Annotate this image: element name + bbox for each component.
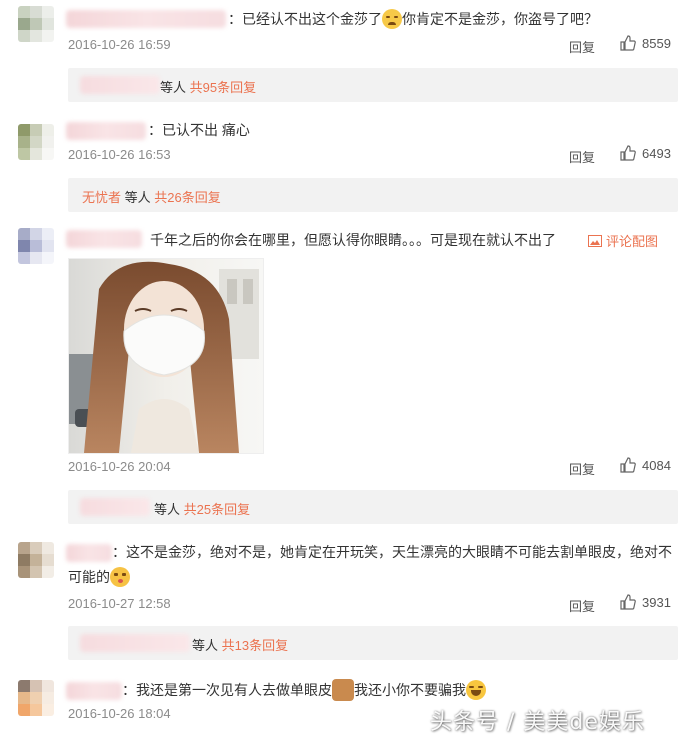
thread-summary-text: 无忧者 等人 共26条回复 [82, 187, 221, 206]
picture-link-label: 评论配图 [606, 234, 659, 249]
username-blurred [80, 76, 160, 94]
dog-emoji [332, 679, 354, 701]
thread-summary-text: 等人 共13条回复 [192, 635, 288, 654]
thread-count-link[interactable]: 共95条回复 [190, 80, 256, 95]
like-button[interactable]: 4084 [620, 457, 671, 473]
like-count: 6493 [642, 145, 671, 161]
thread-count-link[interactable]: 共25条回复 [184, 502, 250, 517]
comment-text-line-1: ：这不是金莎，绝对不是，她肯定在开玩笑，天生漂亮的大眼睛不可能去割单眼皮，绝对不 [112, 544, 672, 560]
thumbs-up-icon [620, 594, 636, 610]
comment-picture-link[interactable]: 评论配图 [588, 231, 658, 250]
comment-date: 2016-10-26 20:04 [68, 459, 171, 474]
comment-text-part: ：我还是第一次见有人去做单眼皮 [122, 682, 332, 698]
like-count: 3931 [642, 594, 671, 610]
comment-text: ：我还是第一次见有人去做单眼皮 我还小你不要骗我 [122, 679, 486, 701]
kiss-face-emoji [110, 567, 130, 587]
comment-text-part: 我还小你不要骗我 [354, 682, 466, 698]
comment-text: ：已认不出 痛心 [148, 122, 250, 138]
image-icon [588, 234, 602, 247]
like-button[interactable]: 6493 [620, 145, 671, 161]
reply-thread-summary[interactable]: 无忧者 等人 共26条回复 [68, 178, 678, 212]
reply-thread-summary[interactable]: 等人 共25条回复 [68, 490, 678, 524]
avatar[interactable] [18, 6, 54, 42]
thumbs-up-icon [620, 145, 636, 161]
comment-text-part: ：已经认不出这个金莎了 [228, 11, 382, 27]
username-blurred[interactable] [66, 122, 146, 140]
thumbs-up-icon [620, 35, 636, 51]
thumbs-up-icon [620, 457, 636, 473]
username-blurred [80, 634, 190, 652]
reply-button[interactable]: 回复 [569, 459, 595, 478]
thread-who: 等人 [154, 502, 181, 517]
comment-text: ：已经认不出这个金莎了 你肯定不是金莎，你盗号了吧？ [228, 8, 598, 30]
comment-text-line-2: 可能的 [68, 566, 130, 588]
avatar[interactable] [18, 228, 54, 264]
username-blurred[interactable] [66, 230, 142, 248]
username-blurred[interactable] [66, 10, 226, 28]
reply-thread-summary[interactable]: 等人 共13条回复 [68, 626, 678, 660]
thread-who: 等人 [192, 638, 219, 653]
comment-date: 2016-10-26 18:04 [68, 706, 171, 721]
thread-who: 等人 [160, 80, 187, 95]
thread-first-replier[interactable]: 无忧者 [82, 190, 121, 205]
watermark: 头条号 / 美美de娱乐 [430, 710, 645, 735]
like-count: 8559 [642, 35, 671, 51]
avatar[interactable] [18, 680, 54, 716]
username-blurred[interactable] [66, 544, 112, 562]
comment-date: 2016-10-26 16:53 [68, 147, 171, 162]
like-count: 4084 [642, 457, 671, 473]
comment-text-part: 可能的 [68, 569, 110, 585]
avatar[interactable] [18, 542, 54, 578]
like-button[interactable]: 3931 [620, 594, 671, 610]
thread-summary-text: 等人 共25条回复 [154, 499, 250, 518]
sad-face-emoji [382, 9, 402, 29]
thread-count-link[interactable]: 共26条回复 [154, 190, 220, 205]
reply-button[interactable]: 回复 [569, 37, 595, 56]
comment-image[interactable] [68, 258, 264, 454]
comment-date: 2016-10-27 12:58 [68, 596, 171, 611]
thread-count-link[interactable]: 共13条回复 [222, 638, 288, 653]
thread-summary-text: 等人 共95条回复 [160, 77, 256, 96]
username-blurred[interactable] [66, 682, 122, 700]
reply-thread-summary[interactable]: 等人 共95条回复 [68, 68, 678, 102]
username-blurred [80, 498, 150, 516]
thread-who: 等人 [124, 190, 151, 205]
comment-text: 千年之后的你会在哪里，但愿认得你眼睛。。。可是现在就认不出了 [150, 232, 556, 248]
comment-date: 2016-10-26 16:59 [68, 37, 171, 52]
like-button[interactable]: 8559 [620, 35, 671, 51]
avatar[interactable] [18, 124, 54, 160]
reply-button[interactable]: 回复 [569, 147, 595, 166]
reply-button[interactable]: 回复 [569, 596, 595, 615]
laugh-tears-emoji [466, 680, 486, 700]
comment-text-part: 你肯定不是金莎，你盗号了吧？ [402, 11, 598, 27]
selfie-photo [69, 259, 263, 453]
